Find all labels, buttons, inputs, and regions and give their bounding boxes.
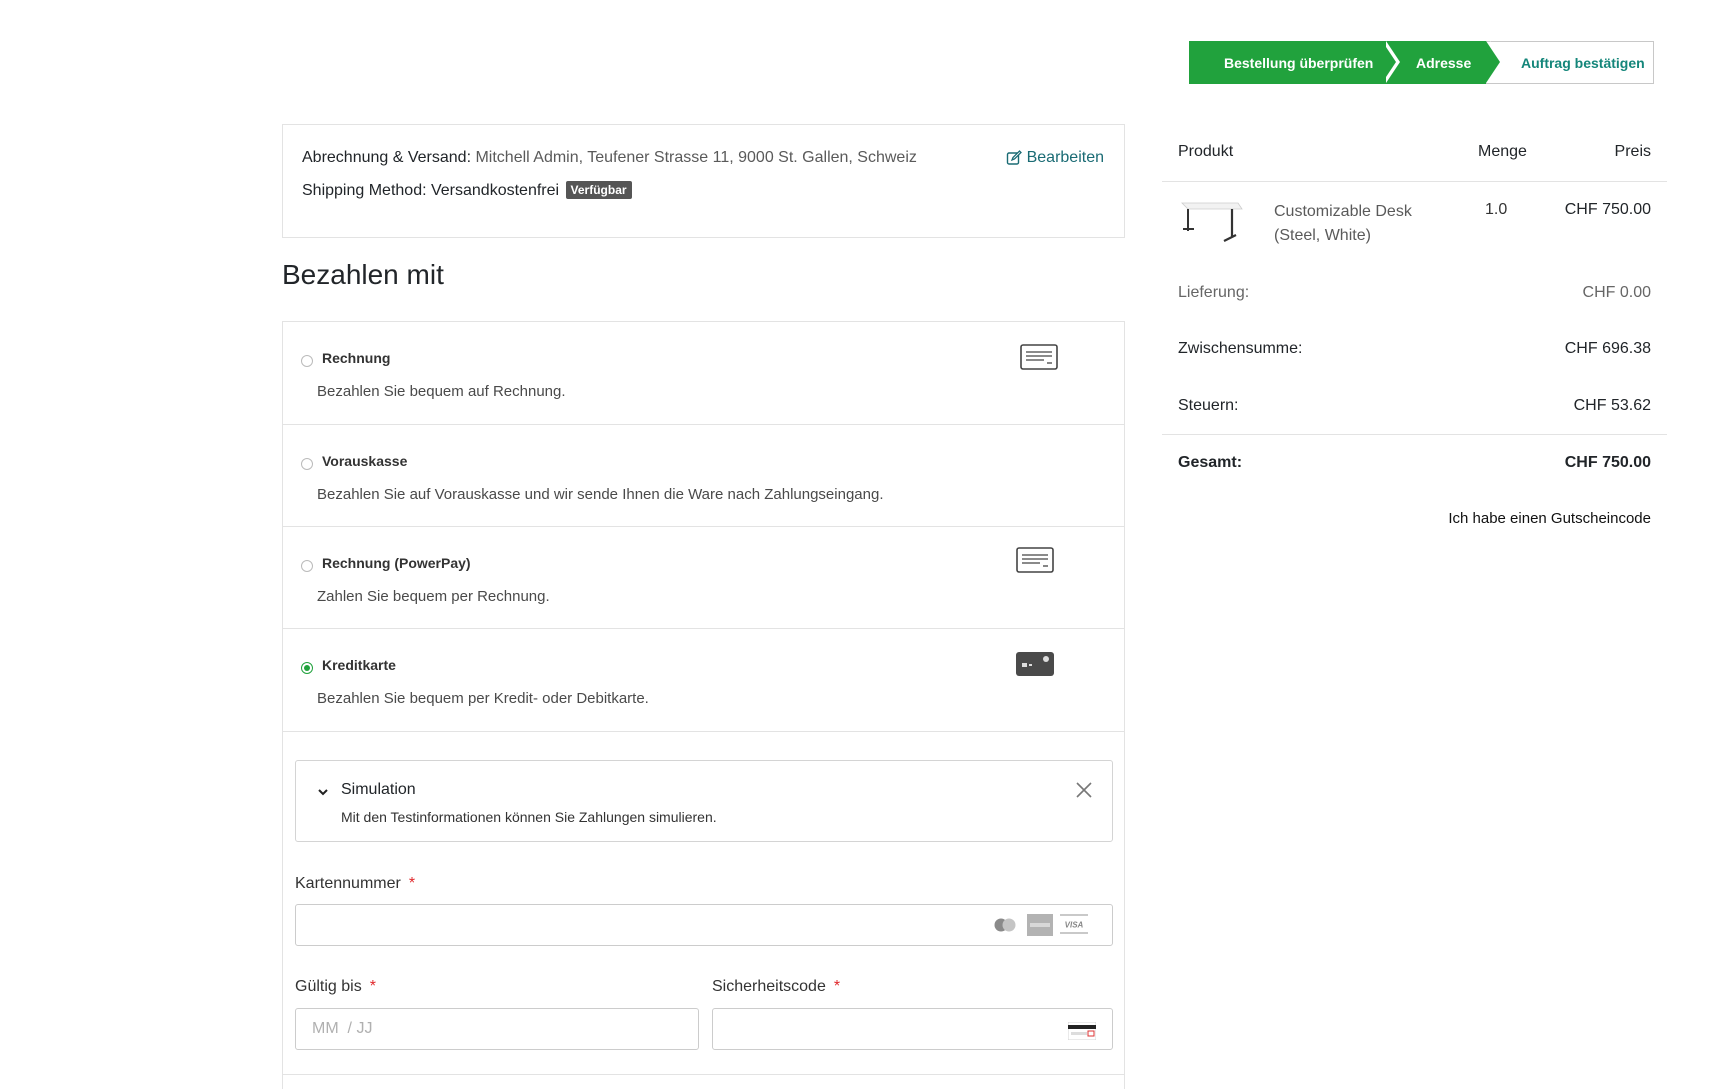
product-qty: 1.0 <box>1485 201 1508 218</box>
checkout-progress: Bestellung überprüfen Adresse Auftrag be… <box>1189 41 1654 84</box>
tax-label: Steuern: <box>1178 397 1239 414</box>
edit-address-link[interactable]: Bearbeiten <box>1006 149 1104 167</box>
payment-options: Rechnung Bezahlen Sie bequem auf Rechnun… <box>282 321 1125 1089</box>
divider <box>283 1074 1124 1075</box>
mastercard-icon <box>994 918 1016 932</box>
option-name: Vorauskasse <box>322 453 408 469</box>
option-desc: Bezahlen Sie auf Vorauskasse und wir sen… <box>317 486 884 503</box>
credit-card-icon <box>1016 652 1054 676</box>
expiry-input[interactable] <box>295 1008 699 1050</box>
simulation-desc: Mit den Testinformationen können Sie Zah… <box>341 809 717 825</box>
radio-rechnung[interactable] <box>301 355 313 367</box>
billing-value: Mitchell Admin, Teufener Strasse 11, 900… <box>475 149 917 166</box>
shipping-line: Shipping Method: Versandkostenfrei Verfü… <box>302 181 632 200</box>
coupon-link[interactable]: Ich habe einen Gutscheincode <box>1448 510 1651 527</box>
payment-option-rechnung[interactable]: Rechnung Bezahlen Sie bequem auf Rechnun… <box>283 322 1124 425</box>
card-number-label: Kartennummer * <box>295 875 416 892</box>
delivery-value: CHF 0.00 <box>1582 284 1651 301</box>
expiry-label: Gültig bis * <box>295 978 376 995</box>
close-icon[interactable] <box>1074 780 1094 800</box>
simulation-notice: Simulation Mit den Testinformationen kön… <box>295 760 1113 842</box>
header-product: Produkt <box>1178 143 1234 160</box>
amex-icon <box>1027 914 1053 936</box>
simulation-title: Simulation <box>341 781 416 798</box>
radio-vorauskasse[interactable] <box>301 458 313 470</box>
total-value: CHF 750.00 <box>1564 454 1651 471</box>
payment-option-vorauskasse[interactable]: Vorauskasse Bezahlen Sie auf Vorauskasse… <box>283 425 1124 527</box>
product-price: CHF 750.00 <box>1564 201 1651 218</box>
tax-value: CHF 53.62 <box>1573 397 1651 414</box>
chevron-down-icon[interactable] <box>316 785 330 799</box>
step-address-label: Adresse <box>1416 54 1472 71</box>
billing-label: Abrechnung & Versand: <box>302 149 472 166</box>
shipping-label: Shipping Method: <box>302 182 427 199</box>
step-review-order-label: Bestellung überprüfen <box>1224 54 1374 71</box>
product-image <box>1181 202 1243 242</box>
total-label: Gesamt: <box>1178 454 1243 471</box>
cvc-label: Sicherheitscode * <box>712 978 841 995</box>
visa-icon: VISA <box>1060 914 1088 934</box>
subtotal-label: Zwischensumme: <box>1178 340 1303 357</box>
edit-icon <box>1006 150 1022 165</box>
option-name: Rechnung (PowerPay) <box>322 555 471 571</box>
subtotal-value: CHF 696.38 <box>1564 340 1651 357</box>
billing-line: Abrechnung & Versand: Mitchell Admin, Te… <box>302 149 917 167</box>
header-qty: Menge <box>1478 143 1527 160</box>
divider <box>1162 181 1667 182</box>
radio-kreditkarte[interactable] <box>301 662 313 674</box>
card-back-icon <box>1068 1022 1096 1040</box>
option-name: Kreditkarte <box>322 657 396 673</box>
option-desc: Zahlen Sie bequem per Rechnung. <box>317 588 550 605</box>
payment-title: Bezahlen mit <box>282 259 444 290</box>
delivery-label: Lieferung: <box>1178 284 1250 301</box>
shipping-value: Versandkostenfrei <box>430 182 560 199</box>
payment-option-powerpay[interactable]: Rechnung (PowerPay) Zahlen Sie bequem pe… <box>283 527 1124 629</box>
header-price: Preis <box>1614 143 1651 160</box>
radio-powerpay[interactable] <box>301 560 313 572</box>
cvc-input[interactable] <box>712 1008 1113 1050</box>
card-number-input[interactable] <box>295 904 1113 946</box>
availability-badge: Verfügbar <box>565 181 632 199</box>
product-name[interactable]: Customizable Desk (Steel, White) <box>1274 200 1454 248</box>
invoice-icon <box>1020 344 1058 370</box>
payment-option-kreditkarte[interactable]: Kreditkarte Bezahlen Sie bequem per Kred… <box>283 629 1124 732</box>
option-desc: Bezahlen Sie bequem per Kredit- oder Deb… <box>317 690 649 707</box>
option-name: Rechnung <box>322 350 391 366</box>
edit-label: Bearbeiten <box>1026 149 1104 166</box>
step-confirm-order-label: Auftrag bestätigen <box>1521 54 1645 71</box>
address-box: Abrechnung & Versand: Mitchell Admin, Te… <box>282 124 1125 238</box>
step-review-order[interactable]: Bestellung überprüfen <box>1189 41 1400 84</box>
option-desc: Bezahlen Sie bequem auf Rechnung. <box>317 383 566 400</box>
invoice-icon <box>1016 547 1054 573</box>
svg-text:VISA: VISA <box>1065 921 1084 930</box>
step-confirm-order: Auftrag bestätigen <box>1486 41 1654 84</box>
divider <box>1162 434 1667 435</box>
